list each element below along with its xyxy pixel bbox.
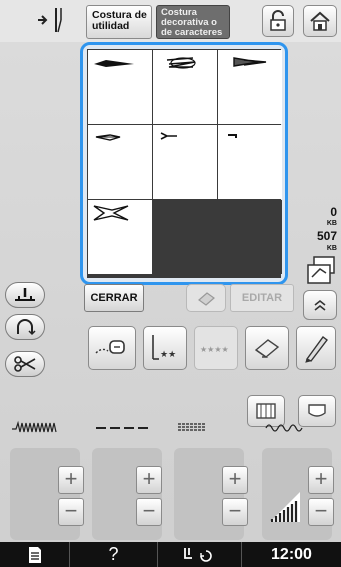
- clock-display: 12:00: [271, 545, 312, 563]
- tension-adjust-panel: + −: [174, 448, 248, 540]
- stars-icon: ★★★★: [200, 345, 229, 354]
- home-button[interactable]: [303, 5, 337, 37]
- density-adjust-panel: + −: [262, 448, 334, 540]
- needle-position-icon: [17, 319, 36, 336]
- width-adjust-panel: + −: [10, 448, 84, 540]
- edit-button[interactable]: EDITAR: [230, 284, 294, 312]
- chevron-up-icon: [314, 299, 326, 311]
- length-plus-button[interactable]: +: [136, 466, 162, 494]
- erase-button[interactable]: [245, 326, 289, 370]
- delete-button[interactable]: [186, 284, 226, 312]
- help-button[interactable]: ?: [70, 542, 158, 567]
- needle-thread-icon: [183, 547, 212, 562]
- memory-store-icon[interactable]: [306, 255, 336, 285]
- stitch-length-icon: [96, 427, 148, 429]
- stitch-density-icon: [265, 424, 303, 432]
- scissors-icon: [14, 356, 36, 372]
- lock-icon: [270, 10, 286, 31]
- presser-foot-icon: [15, 288, 35, 301]
- needle-up-down-button[interactable]: [5, 314, 45, 340]
- stitch-cell-fishtail[interactable]: [88, 200, 152, 274]
- density-plus-button[interactable]: +: [308, 466, 334, 494]
- needle-icon: [38, 8, 62, 33]
- memory-free-unit: KB: [326, 245, 337, 252]
- eraser-icon: [198, 292, 215, 306]
- scroll-up-button[interactable]: [303, 290, 337, 320]
- stitch-width-icon: [12, 420, 57, 433]
- stars-button[interactable]: ★★★★: [194, 326, 238, 370]
- home-icon: [310, 11, 330, 31]
- stitch-grid: [87, 49, 282, 278]
- close-button[interactable]: CERRAR: [84, 284, 144, 312]
- stitch-cell-tick[interactable]: [218, 125, 282, 199]
- stitch-cell-small-arrow[interactable]: [153, 125, 217, 199]
- svg-text:★★★★: ★★★★: [200, 345, 229, 354]
- length-minus-button[interactable]: −: [136, 498, 162, 526]
- stitch-cell-arrow-outline[interactable]: [88, 125, 152, 199]
- book-icon: [256, 403, 276, 419]
- bottom-bar: ? 12:00: [0, 542, 341, 567]
- tension-minus-button[interactable]: −: [222, 498, 248, 526]
- document-button[interactable]: [0, 542, 70, 567]
- stitch-cell-zigzag-loop[interactable]: [153, 50, 217, 124]
- tab-decorative-stitches[interactable]: Costura decorativa o de caracteres: [156, 5, 230, 39]
- needle-mode-button[interactable]: [32, 6, 76, 36]
- needle-stars-icon: ★★: [152, 335, 176, 360]
- pencil-button[interactable]: [296, 326, 336, 370]
- needle-thread-status[interactable]: [158, 542, 242, 567]
- width-plus-button[interactable]: +: [58, 466, 84, 494]
- width-minus-button[interactable]: −: [58, 498, 84, 526]
- eraser-icon: [254, 339, 280, 358]
- stitch-cell-satin-pointed[interactable]: [88, 50, 152, 124]
- density-level-icon: [270, 492, 300, 522]
- tray-down-icon: [308, 404, 326, 417]
- thread-tension-button[interactable]: [88, 326, 136, 370]
- stitch-cell-double-pointed[interactable]: [218, 50, 282, 124]
- memory-free-value: 507: [316, 229, 337, 243]
- needle-settings-button[interactable]: ★★: [143, 326, 187, 370]
- empty-cell: [218, 200, 282, 274]
- tab-utility-stitches[interactable]: Costura de utilidad: [86, 5, 152, 39]
- empty-cell: [153, 200, 217, 274]
- memory-used-unit: KB: [326, 220, 337, 227]
- length-adjust-panel: + −: [92, 448, 162, 540]
- thread-cutter-button[interactable]: [5, 351, 45, 377]
- tension-plus-button[interactable]: +: [222, 466, 248, 494]
- pencil-icon: [305, 336, 328, 363]
- memory-used-value: 0: [330, 205, 337, 219]
- document-icon: [28, 546, 41, 563]
- stitch-tension-icon: [178, 423, 206, 431]
- density-minus-button[interactable]: −: [308, 498, 334, 526]
- presser-foot-button[interactable]: [5, 282, 45, 308]
- thread-tension-icon: [95, 340, 125, 354]
- lock-button[interactable]: [262, 5, 294, 37]
- stitch-selection-panel: [80, 42, 288, 285]
- svg-text:★★: ★★: [160, 350, 176, 360]
